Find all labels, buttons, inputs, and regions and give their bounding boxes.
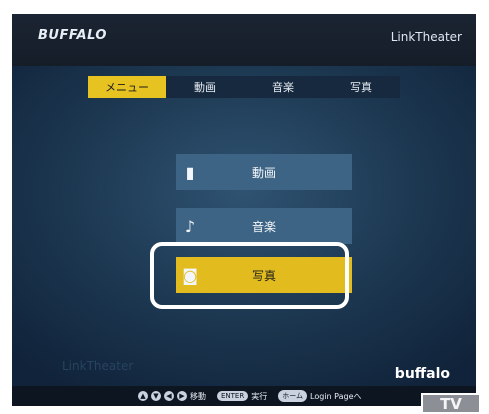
- tab-music[interactable]: 音楽: [244, 76, 322, 98]
- move-label: 移動: [190, 391, 206, 401]
- watermark-logo: LinkTheater: [62, 359, 134, 373]
- tab-menu[interactable]: メニュー: [88, 76, 166, 98]
- home-key-icon: ホーム: [278, 390, 308, 402]
- tab-bar: メニュー 動画 音楽 写真: [88, 76, 400, 98]
- enter-key-icon: ENTER: [217, 391, 249, 401]
- tab-video[interactable]: 動画: [166, 76, 244, 98]
- top-bar: BUFFALO LinkTheater: [12, 14, 476, 66]
- music-note-icon: ♪: [184, 216, 196, 236]
- tv-screen: BUFFALO LinkTheater メニュー 動画 音楽 写真 ▮ 動画 ♪…: [12, 14, 476, 406]
- music-menu-label: 音楽: [251, 219, 276, 234]
- down-arrow-icon: ▼: [151, 391, 161, 401]
- screenshot: BUFFALO LinkTheater メニュー 動画 音楽 写真 ▮ 動画 ♪…: [0, 0, 489, 414]
- up-arrow-icon: ▲: [138, 391, 148, 401]
- selection-highlight: [150, 242, 349, 309]
- brand-logo: BUFFALO: [38, 28, 107, 43]
- right-arrow-icon: ▶: [177, 391, 187, 401]
- app-title: LinkTheater: [390, 30, 462, 44]
- execute-label: 実行: [251, 391, 268, 401]
- tv-badge: TV: [421, 393, 481, 414]
- left-arrow-icon: ◀: [164, 391, 174, 401]
- buffalo-logo: buffalo: [394, 366, 450, 382]
- music-menu-button[interactable]: ♪ 音楽: [176, 208, 352, 244]
- help-bar: ▲ ▼ ◀ ▶ 移動 ENTER 実行 ホーム Login Pageへ: [12, 386, 476, 406]
- tab-photo[interactable]: 写真: [322, 76, 400, 98]
- video-menu-button[interactable]: ▮ 動画: [176, 154, 352, 190]
- login-page-label: Login Pageへ: [310, 391, 362, 401]
- video-icon: ▮: [185, 162, 195, 182]
- video-menu-label: 動画: [251, 165, 276, 180]
